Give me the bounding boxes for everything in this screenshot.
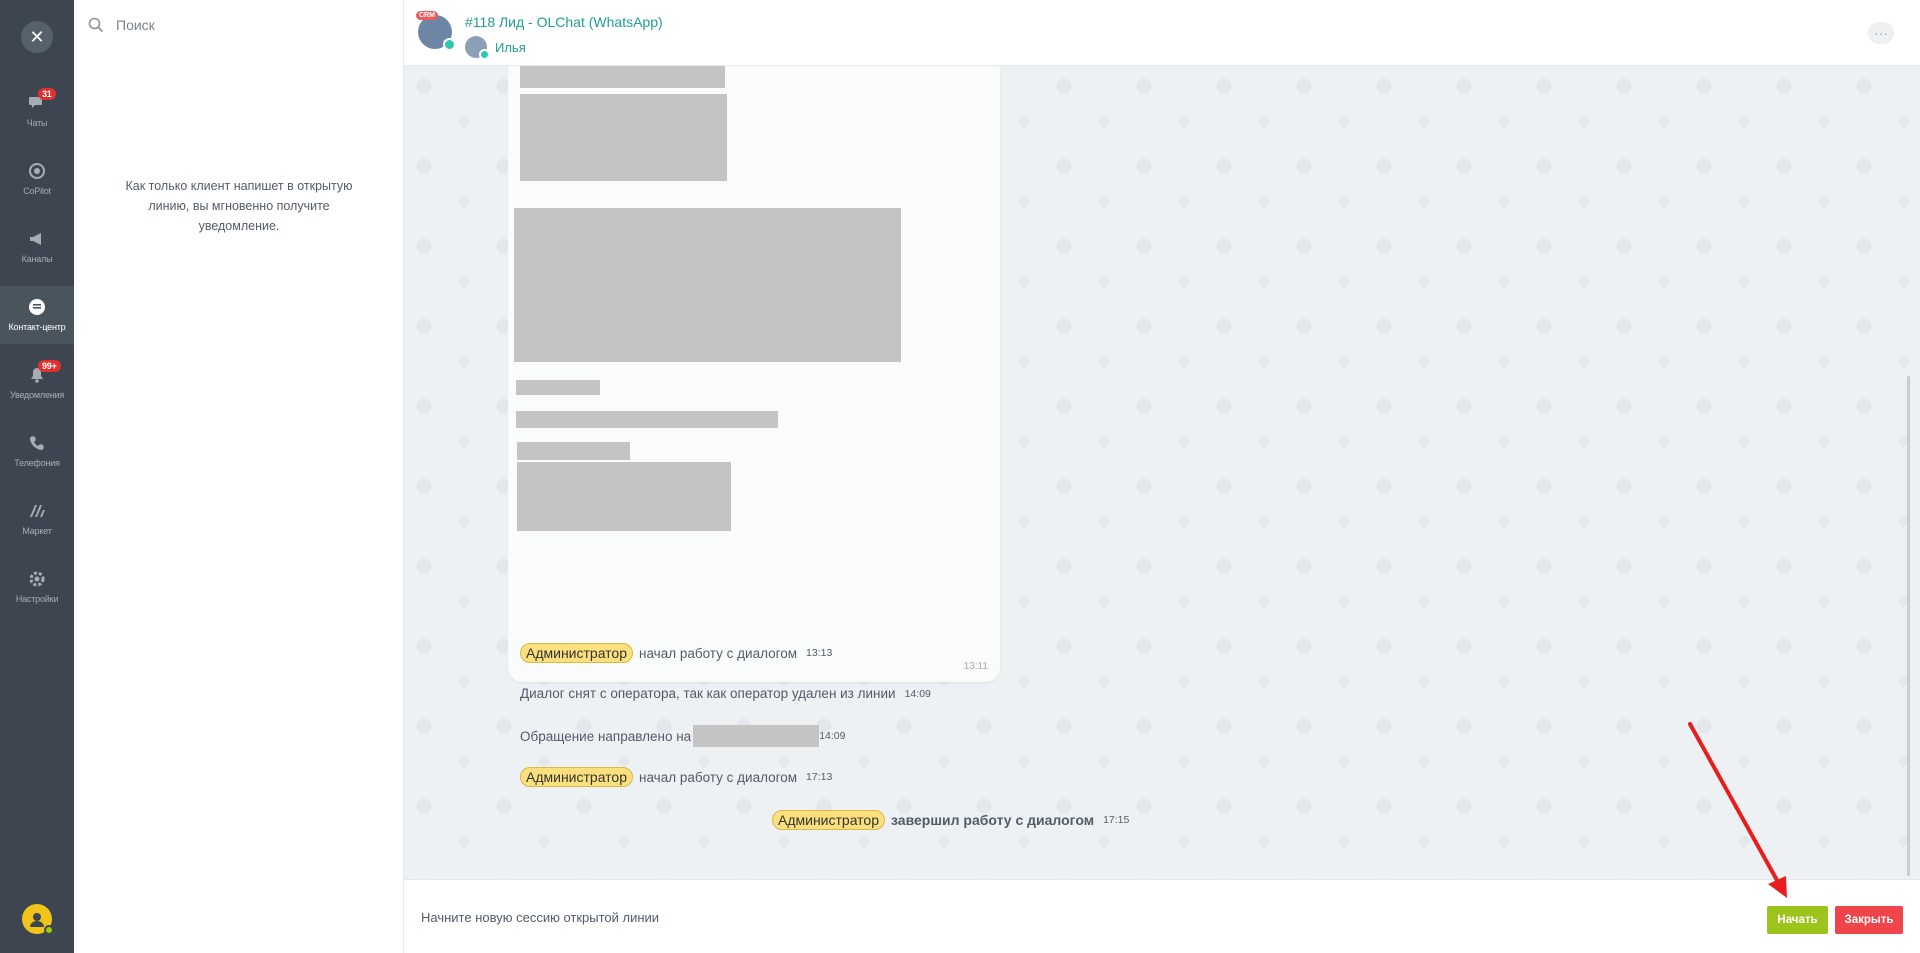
search-icon — [88, 17, 104, 33]
phone-icon — [30, 436, 44, 450]
chat-header: CRM #118 Лид - OLChat (WhatsApp) Илья ··… — [404, 0, 1920, 66]
search-bar[interactable] — [88, 12, 388, 38]
rail-item-copilot[interactable]: CoPilot — [0, 150, 74, 208]
market-icon — [30, 505, 45, 517]
dialog-list-panel: Как только клиент напишет в открытую лин… — [74, 0, 404, 953]
start-button[interactable]: Начать — [1767, 906, 1828, 934]
redacted-block — [516, 380, 600, 395]
rail-label: Маркет — [22, 526, 52, 536]
redacted-block — [520, 66, 725, 88]
operator-avatar — [465, 36, 490, 60]
dialog-title[interactable]: #118 Лид - OLChat (WhatsApp) — [465, 14, 663, 30]
empty-list-note: Как только клиент напишет в открытую лин… — [125, 179, 353, 233]
system-message-text: Диалог снят с оператора, так как операто… — [520, 686, 896, 701]
megaphone-icon — [30, 233, 41, 245]
system-message-text: начал работу с диалогом — [639, 769, 798, 785]
redacted-block — [693, 725, 820, 747]
rail-label: Чаты — [26, 118, 48, 128]
message-time: 17:13 — [806, 771, 833, 783]
new-session-hint: Начните новую сессию открытой линии — [421, 910, 660, 925]
rail-item-settings[interactable]: Настройки — [0, 558, 74, 616]
rail-label: CoPilot — [23, 186, 51, 196]
user-avatar[interactable] — [22, 904, 54, 935]
rail-label: Телефония — [14, 458, 60, 468]
rail-label: Контакт-центр — [8, 322, 66, 332]
message-time: 13:13 — [806, 647, 833, 659]
copilot-icon — [29, 163, 45, 179]
message-time: 14:09 — [904, 687, 931, 700]
redacted-image — [514, 208, 901, 362]
dialog-finished-message: Администратор завершил работу с диалогом… — [772, 810, 1129, 830]
online-status-dot — [44, 925, 54, 935]
unread-badge: 31 — [38, 88, 56, 100]
lead-avatar[interactable]: CRM — [416, 11, 456, 51]
chat-footer: Начните новую сессию открытой линии Нача… — [404, 879, 1920, 953]
system-message: Администратор начал работу с диалогом 17… — [520, 767, 832, 787]
system-message: Обращение направлено на 14:09 — [520, 725, 845, 747]
system-message-text: завершил работу с диалогом — [891, 812, 1095, 828]
message-bubble: 13:11 — [508, 66, 1000, 682]
user-mention[interactable]: Администратор — [520, 643, 634, 663]
whatsapp-icon — [443, 38, 456, 51]
user-icon — [30, 913, 44, 927]
whatsapp-icon — [479, 49, 490, 60]
more-menu-button[interactable]: ··· — [1868, 22, 1894, 44]
message-time: 14:09 — [819, 730, 846, 742]
operator-name: Илья — [495, 39, 526, 55]
rail-item-market[interactable]: Маркет — [0, 490, 74, 548]
search-input[interactable] — [116, 17, 366, 33]
operator-info[interactable]: Илья — [465, 36, 526, 60]
chat-scrollbar[interactable] — [1907, 376, 1910, 876]
user-mention[interactable]: Администратор — [520, 767, 634, 787]
rail-item-channels[interactable]: Каналы — [0, 218, 74, 276]
user-mention[interactable]: Администратор — [772, 810, 886, 830]
rail-label: Уведомления — [9, 390, 65, 400]
system-message-text: начал работу с диалогом — [639, 645, 798, 661]
rail-item-contact-center[interactable]: Контакт-центр — [0, 286, 74, 344]
system-message-text: Обращение направлено на — [520, 728, 692, 744]
gear-icon — [29, 571, 45, 587]
rail-label: Настройки — [15, 594, 59, 604]
rail-item-telephony[interactable]: Телефония — [0, 422, 74, 480]
chat-body[interactable]: 13:11 Администратор начал работу с диало… — [404, 66, 1920, 879]
message-time: 17:15 — [1103, 814, 1130, 826]
rail-item-chats[interactable]: Чаты 31 — [0, 82, 74, 140]
redacted-block — [517, 442, 630, 460]
unread-badge: 99+ — [38, 360, 61, 372]
crm-badge: CRM — [416, 11, 438, 20]
left-rail: ✕ Чаты 31 CoPilot Каналы Контакт-центр У… — [0, 0, 74, 953]
redacted-block — [517, 462, 731, 531]
close-icon[interactable]: ✕ — [21, 21, 53, 53]
redacted-block — [520, 94, 727, 181]
system-message: Администратор начал работу с диалогом 13… — [520, 643, 832, 663]
redacted-block — [516, 411, 778, 428]
rail-item-notifications[interactable]: Уведомления 99+ — [0, 354, 74, 412]
message-time: 13:11 — [963, 661, 988, 672]
contact-center-icon — [29, 299, 45, 315]
system-message: Диалог снят с оператора, так как операто… — [520, 686, 931, 701]
rail-label: Каналы — [21, 254, 53, 264]
close-button[interactable]: Закрыть — [1835, 906, 1903, 934]
